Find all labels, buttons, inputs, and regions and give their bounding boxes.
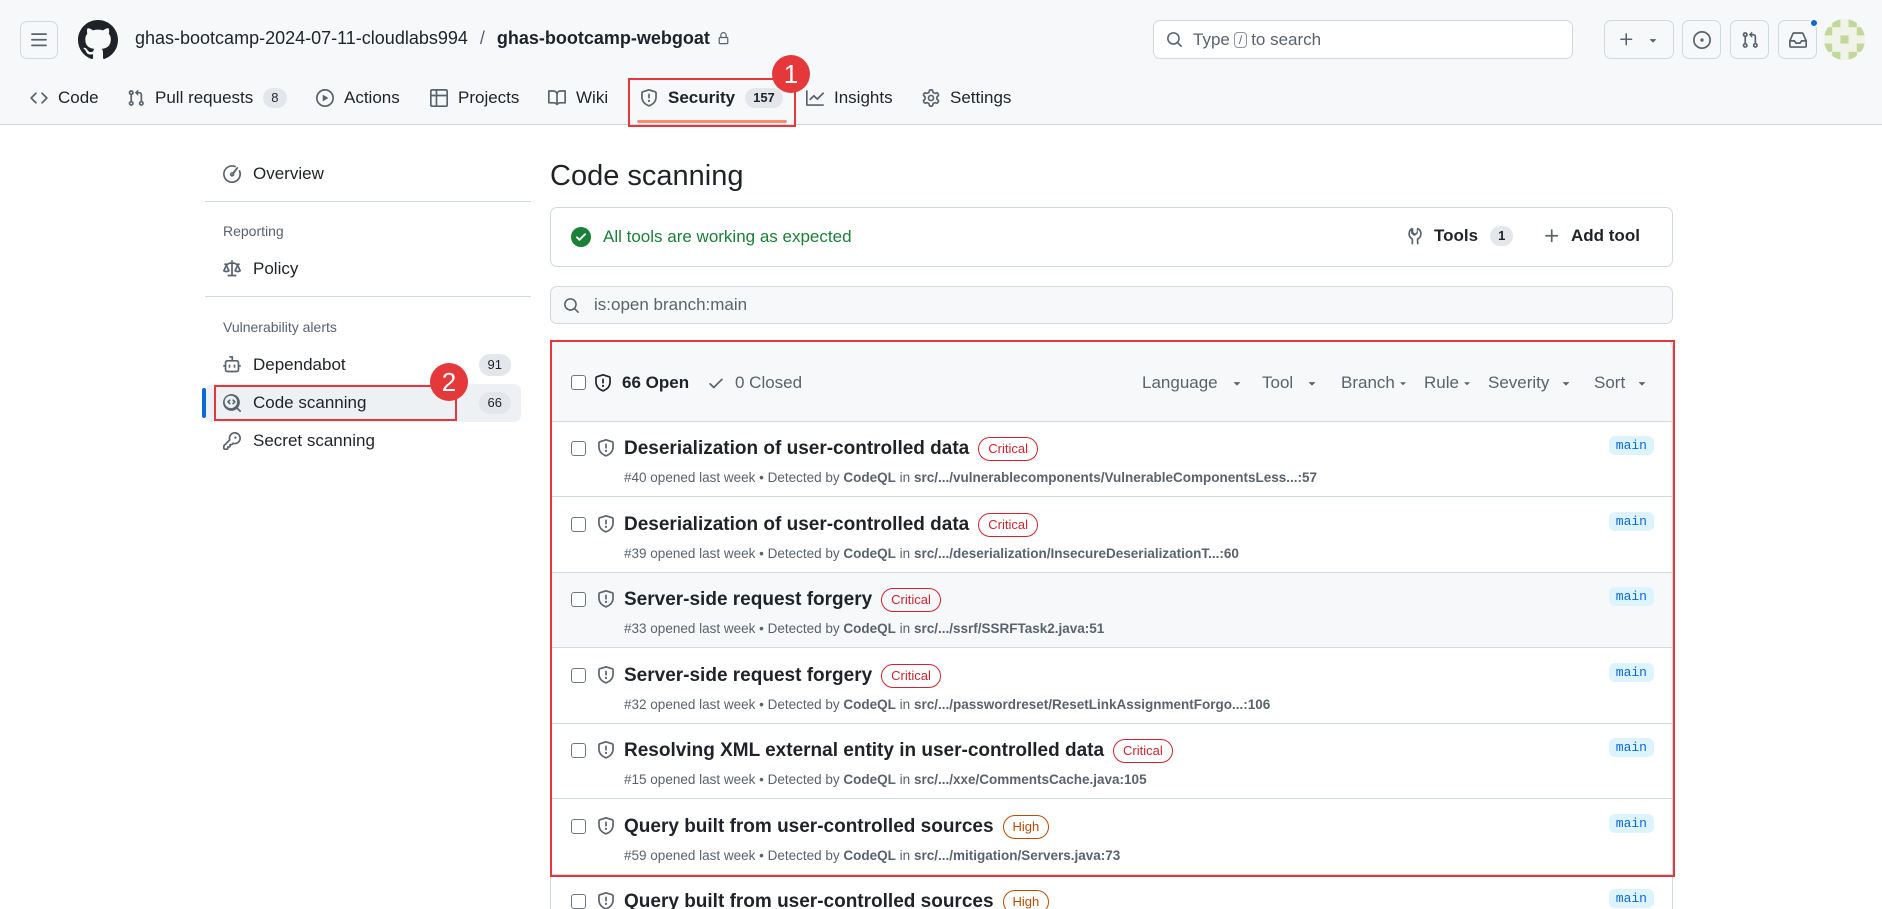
code-icon	[30, 92, 48, 104]
global-header: ghas-bootcamp-2024-07-11-cloudlabs994 / …	[0, 0, 1882, 125]
tab-pull-requests-label: Pull requests	[155, 88, 254, 107]
tools-label: Tools	[1434, 226, 1479, 245]
sidebar-item-label: Overview	[253, 164, 324, 183]
book-icon	[548, 90, 566, 106]
tab-wiki[interactable]: Wiki	[548, 78, 608, 118]
sidebar-divider	[205, 201, 531, 202]
tools-icon	[1408, 227, 1422, 245]
check-circle-icon	[571, 227, 591, 247]
sidebar-item-secret-scanning[interactable]: Secret scanning	[205, 422, 521, 460]
issues-button[interactable]	[1682, 20, 1721, 59]
breadcrumb: ghas-bootcamp-2024-07-11-cloudlabs994 / …	[135, 28, 730, 49]
dependabot-icon	[223, 356, 241, 373]
repo-nav: Code Pull requests 8 Actions Projects Wi…	[0, 78, 1882, 125]
search-icon	[1167, 32, 1182, 47]
lock-icon	[718, 32, 729, 45]
tab-settings-label: Settings	[950, 88, 1012, 107]
create-new-button[interactable]	[1604, 20, 1674, 59]
vulnerability-alerts-heading: Vulnerability alerts	[223, 319, 337, 335]
search-prefix: Type	[1193, 29, 1230, 49]
search-icon	[564, 297, 579, 313]
tab-insights-label: Insights	[834, 88, 893, 107]
annotation-box-security	[628, 78, 796, 127]
sidebar-item-overview[interactable]: Overview	[205, 155, 521, 193]
tab-settings[interactable]: Settings	[922, 78, 1011, 118]
shield-icon	[598, 892, 614, 909]
law-icon	[223, 260, 241, 277]
triangle-down-icon	[1649, 38, 1656, 43]
alert-checkbox[interactable]	[571, 894, 586, 909]
alert-row[interactable]: Query built from user-controlled sources…	[551, 875, 1672, 909]
annotation-marker-2: 2	[430, 363, 468, 401]
avatar[interactable]	[1824, 19, 1865, 60]
git-pull-request-icon	[128, 89, 144, 106]
top-bar: ghas-bootcamp-2024-07-11-cloudlabs994 / …	[0, 0, 1882, 78]
global-search-input[interactable]: Type / to search	[1153, 20, 1573, 59]
code-scanning-count: 66	[478, 392, 511, 414]
tools-count: 1	[1490, 226, 1514, 246]
add-tool-label: Add tool	[1571, 226, 1640, 245]
hamburger-icon	[31, 33, 47, 47]
sidebar-item-label: Policy	[253, 259, 299, 278]
key-icon	[223, 432, 241, 450]
sidebar-item-label: Secret scanning	[253, 431, 375, 450]
inbox-button[interactable]	[1778, 18, 1819, 59]
sidebar-divider	[205, 296, 531, 297]
search-suffix: to search	[1251, 29, 1322, 49]
sidebar-item-dependabot[interactable]: Dependabot 91	[205, 346, 521, 384]
git-pull-request-icon	[1742, 31, 1758, 48]
alert-title: Query built from user-controlled sources	[624, 891, 994, 909]
tab-code-label: Code	[58, 88, 99, 107]
tab-projects-label: Projects	[458, 88, 520, 107]
graph-icon	[806, 90, 824, 106]
tool-status-box: All tools are working as expected Tools …	[550, 207, 1673, 267]
add-tool-button[interactable]: Add tool	[1543, 226, 1640, 246]
search-shortcut-key: /	[1233, 31, 1248, 48]
alert-title-link[interactable]: Query built from user-controlled sources…	[624, 890, 1050, 909]
inbox-icon	[1788, 31, 1807, 48]
severity-label: High	[1002, 890, 1050, 909]
tab-code[interactable]: Code	[30, 78, 99, 118]
owner-link[interactable]: ghas-bootcamp-2024-07-11-cloudlabs994	[135, 28, 468, 49]
alert-filter-input[interactable]: is:open branch:main	[550, 286, 1673, 324]
github-logo-icon[interactable]	[78, 20, 118, 60]
page-title: Code scanning	[550, 160, 744, 192]
annotation-box-code-scanning	[214, 385, 457, 421]
gear-icon	[922, 89, 940, 107]
table-icon	[430, 89, 448, 107]
pull-requests-count: 8	[263, 88, 287, 108]
tab-actions[interactable]: Actions	[316, 78, 400, 118]
breadcrumb-separator: /	[479, 28, 485, 48]
tool-status-text: All tools are working as expected	[603, 227, 852, 246]
pull-requests-button[interactable]	[1730, 20, 1769, 59]
tools-button[interactable]: Tools 1	[1406, 226, 1514, 246]
annotation-marker-1: 1	[772, 55, 810, 93]
sidebar-item-policy[interactable]: Policy	[205, 250, 521, 288]
meter-icon	[223, 165, 241, 183]
plus-icon	[1545, 229, 1559, 243]
dependabot-count: 91	[478, 354, 511, 376]
tab-actions-label: Actions	[344, 88, 400, 107]
annotation-box-alerts-list	[550, 340, 1675, 877]
branch-tag[interactable]: main	[1608, 889, 1654, 908]
sidebar-item-label: Dependabot	[253, 355, 346, 374]
filter-value: is:open branch:main	[594, 295, 748, 314]
plus-icon	[1620, 33, 1633, 46]
tab-wiki-label: Wiki	[576, 88, 609, 107]
issue-opened-icon	[1692, 30, 1711, 49]
notification-dot	[1809, 18, 1819, 28]
repo-link[interactable]: ghas-bootcamp-webgoat	[497, 28, 710, 49]
play-icon	[316, 89, 334, 107]
active-indicator	[202, 388, 206, 418]
menu-button[interactable]	[20, 21, 58, 59]
reporting-heading: Reporting	[223, 223, 284, 239]
tab-projects[interactable]: Projects	[430, 78, 519, 118]
tab-insights[interactable]: Insights	[806, 78, 893, 118]
tab-pull-requests[interactable]: Pull requests 8	[127, 78, 287, 118]
